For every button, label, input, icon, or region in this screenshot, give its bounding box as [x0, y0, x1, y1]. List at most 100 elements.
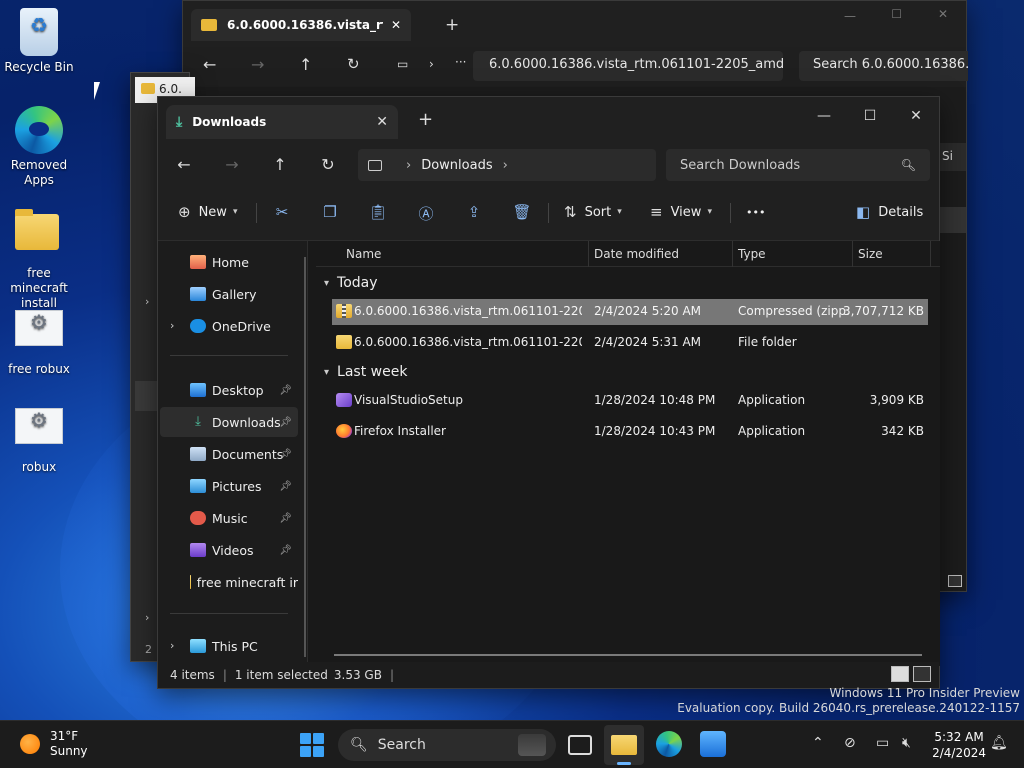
nav-item-this-pc[interactable]: This PC: [160, 631, 298, 661]
breadcrumb-downloads[interactable]: Downloads: [421, 158, 492, 173]
desktop-icon-free-minecraft[interactable]: free minecraft install: [0, 206, 78, 311]
pin-icon[interactable]: 📌︎: [279, 513, 292, 524]
pin-icon[interactable]: 📌︎: [279, 385, 292, 396]
column-divider[interactable]: [588, 241, 589, 267]
column-size[interactable]: Size: [858, 247, 883, 261]
group-today[interactable]: ▾ Today: [324, 275, 378, 291]
back-address-bar[interactable]: 6.0.6000.16386.vista_rtm.061101-2205_amd…: [473, 51, 783, 81]
more-options-button[interactable]: •••: [746, 197, 765, 227]
tab-downloads[interactable]: ⤓ Downloads ✕: [166, 105, 398, 139]
tiles-view-icon[interactable]: [913, 666, 931, 682]
chevron-right-icon[interactable]: ›: [503, 158, 508, 173]
overflow-dots-icon[interactable]: ···: [455, 55, 466, 69]
clock[interactable]: 5:32 AM 2/4/2024: [932, 729, 986, 761]
minimize-icon[interactable]: —: [844, 9, 856, 23]
refresh-icon[interactable]: ↻: [347, 55, 360, 73]
maximize-icon[interactable]: ☐: [891, 7, 902, 21]
close-icon[interactable]: ✕: [391, 18, 401, 32]
pin-icon[interactable]: 📌︎: [279, 417, 292, 428]
add-tab-icon[interactable]: +: [418, 109, 433, 130]
table-row[interactable]: VisualStudioSetup 1/28/2024 10:48 PM App…: [332, 388, 928, 414]
nav-item-music[interactable]: Music 📌︎: [160, 503, 298, 533]
settings-file-icon: [15, 310, 63, 346]
chevron-right-icon[interactable]: ›: [145, 611, 149, 624]
sort-button[interactable]: ⇅ Sort ▾: [564, 197, 622, 227]
back-arrow-icon[interactable]: ←: [203, 55, 216, 74]
table-row[interactable]: 6.0.6000.16386.vista_rtm.061101-2205_am.…: [332, 299, 928, 325]
up-arrow-icon[interactable]: ↑: [299, 55, 312, 74]
task-view-icon[interactable]: [568, 735, 592, 755]
cut-icon[interactable]: ✂: [272, 203, 292, 223]
nav-item-videos[interactable]: Videos 📌︎: [160, 535, 298, 565]
taskbar-search[interactable]: 🔍︎ Search: [338, 729, 556, 761]
table-row[interactable]: 6.0.6000.16386.vista_rtm.061101-2205_am.…: [332, 330, 928, 356]
nav-item-onedrive[interactable]: OneDrive: [160, 311, 298, 341]
maximize-icon[interactable]: ☐: [847, 101, 893, 131]
file-date: 2/4/2024 5:31 AM: [594, 335, 702, 349]
table-row[interactable]: Firefox Installer 1/28/2024 10:43 PM App…: [332, 419, 928, 445]
notification-icon[interactable]: 🔔︎: [990, 735, 1008, 751]
refresh-icon[interactable]: ↻: [314, 153, 342, 177]
forward-arrow-icon[interactable]: →: [251, 55, 264, 74]
nav-item-desktop[interactable]: Desktop 📌︎: [160, 375, 298, 405]
view-button[interactable]: ≡ View ▾: [650, 197, 712, 227]
column-divider[interactable]: [732, 241, 733, 267]
column-date[interactable]: Date modified: [594, 247, 679, 261]
paste-icon[interactable]: 📋︎: [368, 203, 388, 223]
start-button[interactable]: [300, 733, 324, 757]
details-button[interactable]: ◧ Details: [856, 197, 923, 227]
copy-icon[interactable]: ❐: [320, 203, 340, 223]
nav-item-downloads[interactable]: ⤓ Downloads 📌︎: [160, 407, 298, 437]
share-icon[interactable]: ⇪: [464, 203, 484, 223]
desktop-icon-removed-apps[interactable]: Removed Apps: [0, 106, 78, 188]
pin-icon[interactable]: 📌︎: [279, 449, 292, 460]
group-label: Today: [337, 275, 378, 291]
nav-item-documents[interactable]: Documents 📌︎: [160, 439, 298, 469]
nav-item-free-minecraft[interactable]: free minecraft ir: [160, 567, 298, 597]
nav-item-gallery[interactable]: Gallery: [160, 279, 298, 309]
nav-item-pictures[interactable]: Pictures 📌︎: [160, 471, 298, 501]
minimize-icon[interactable]: —: [801, 101, 847, 131]
desktop-icon-recycle-bin[interactable]: Recycle Bin: [0, 8, 78, 75]
pin-icon[interactable]: 📌︎: [279, 545, 292, 556]
network-icon[interactable]: ⊘: [844, 735, 856, 751]
edge-taskbar-icon[interactable]: [656, 731, 682, 757]
close-icon[interactable]: ✕: [938, 7, 948, 21]
chevron-up-icon[interactable]: ⌃: [812, 735, 824, 751]
file-wrapper: [15, 310, 63, 358]
column-divider[interactable]: [930, 241, 931, 267]
details-view-icon[interactable]: [948, 575, 962, 587]
desktop-icon-free-robux[interactable]: free robux: [0, 304, 78, 377]
volume-mute-icon[interactable]: 🔇︎: [902, 735, 911, 751]
horizontal-scrollbar[interactable]: [334, 654, 922, 656]
close-icon[interactable]: ✕: [893, 101, 939, 131]
nav-item-home[interactable]: Home: [160, 247, 298, 277]
delete-icon[interactable]: 🗑︎: [512, 203, 532, 223]
back-search-box[interactable]: Search 6.0.6000.16386.vis: [799, 51, 968, 81]
search-box[interactable]: Search Downloads 🔍︎: [666, 149, 930, 181]
forward-arrow-icon[interactable]: →: [218, 153, 246, 177]
desktop-icon: [190, 383, 206, 397]
back-arrow-icon[interactable]: ←: [170, 153, 198, 177]
back-tab[interactable]: 6.0.6000.16386.vista_rtm.06110 ✕: [191, 9, 411, 41]
details-view-icon[interactable]: [891, 666, 909, 682]
weather-widget[interactable]: 31°F Sunny: [20, 729, 88, 759]
new-button[interactable]: ⊕ New ▾: [178, 197, 237, 227]
store-taskbar-icon[interactable]: [700, 731, 726, 757]
chevron-right-icon[interactable]: ›: [145, 295, 149, 308]
add-tab-icon[interactable]: +: [445, 15, 459, 35]
group-last-week[interactable]: ▾ Last week: [324, 364, 407, 380]
explorer-window-downloads[interactable]: ⤓ Downloads ✕ + — ☐ ✕ ← → ↑ ↻ › Download…: [157, 96, 940, 689]
rename-icon[interactable]: Ⓐ: [416, 203, 436, 223]
nav-scrollbar[interactable]: [304, 257, 306, 657]
pin-icon[interactable]: 📌︎: [279, 481, 292, 492]
column-type[interactable]: Type: [738, 247, 766, 261]
address-bar[interactable]: › Downloads ›: [358, 149, 656, 181]
display-icon[interactable]: ▭: [876, 735, 889, 751]
column-name[interactable]: Name: [346, 247, 381, 261]
close-tab-icon[interactable]: ✕: [376, 114, 388, 130]
up-arrow-icon[interactable]: ↑: [266, 153, 294, 177]
desktop-icon-robux[interactable]: robux: [0, 402, 78, 475]
file-explorer-taskbar-icon[interactable]: [611, 731, 637, 765]
column-divider[interactable]: [852, 241, 853, 267]
